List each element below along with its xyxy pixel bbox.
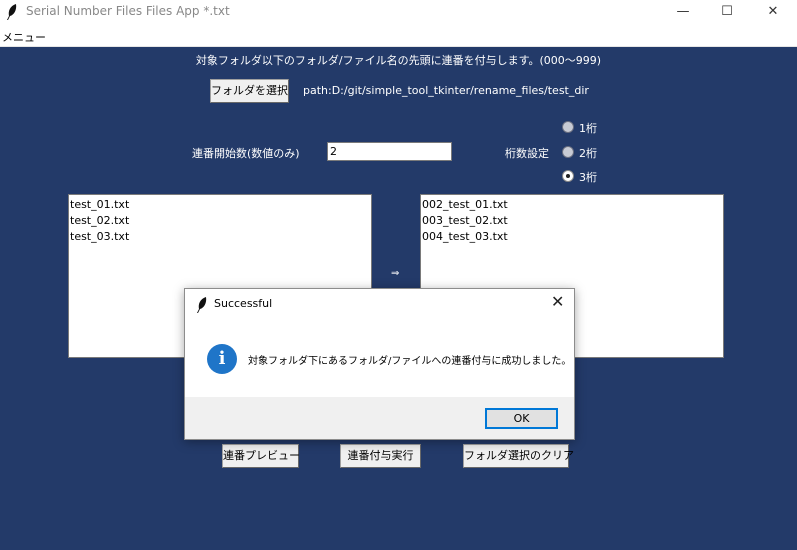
digits-label: 桁数設定 (505, 147, 549, 160)
radio-label: 1桁 (579, 122, 597, 135)
maximize-button[interactable]: ☐ (704, 0, 750, 25)
radio-indicator (562, 170, 574, 182)
list-item[interactable]: 003_test_02.txt (422, 213, 722, 229)
dialog-title: Successful (214, 297, 273, 310)
menu-bar: メニュー (0, 25, 797, 47)
dialog-close-button[interactable]: ✕ (551, 293, 564, 311)
preview-button[interactable]: 連番プレビュー (222, 444, 300, 468)
success-dialog: Successful ✕ i 対象フォルダ下にあるフォルダ/ファイルへの連番付与… (184, 288, 575, 440)
clear-selection-button[interactable]: フォルダ選択のクリア (463, 444, 574, 468)
ok-button[interactable]: OK (485, 408, 558, 429)
dialog-footer: OK (185, 397, 574, 439)
list-item[interactable]: 002_test_01.txt (422, 197, 722, 213)
radio-label: 3桁 (579, 171, 597, 184)
select-folder-button[interactable]: フォルダを選択 (210, 79, 289, 103)
minimize-button[interactable]: — (660, 0, 706, 25)
instruction-text: 対象フォルダ以下のフォルダ/ファイル名の先頭に連番を付与します。(000〜999… (195, 54, 602, 67)
start-number-input[interactable] (327, 142, 452, 161)
title-bar: Serial Number Files Files App *.txt — ☐ … (0, 0, 797, 25)
window-title: Serial Number Files Files App *.txt (26, 4, 230, 18)
arrow-icon: ⇒ (391, 268, 400, 279)
list-item[interactable]: test_02.txt (70, 213, 370, 229)
info-icon: i (207, 344, 237, 374)
radio-indicator (562, 146, 574, 158)
start-number-label: 連番開始数(数値のみ) (192, 147, 300, 160)
list-item[interactable]: 004_test_03.txt (422, 229, 722, 245)
execute-button[interactable]: 連番付与実行 (340, 444, 421, 468)
radio-indicator (562, 121, 574, 133)
feather-icon (7, 4, 17, 20)
list-item[interactable]: test_03.txt (70, 229, 370, 245)
radio-label: 2桁 (579, 147, 597, 160)
path-label: path:D:/git/simple_tool_tkinter/rename_f… (303, 84, 589, 97)
menu-item-menu[interactable]: メニュー (2, 29, 46, 45)
close-button[interactable]: ✕ (750, 0, 796, 25)
feather-icon (197, 297, 207, 313)
dialog-message: 対象フォルダ下にあるフォルダ/ファイルへの連番付与に成功しました。 (248, 356, 572, 367)
list-item[interactable]: test_01.txt (70, 197, 370, 213)
